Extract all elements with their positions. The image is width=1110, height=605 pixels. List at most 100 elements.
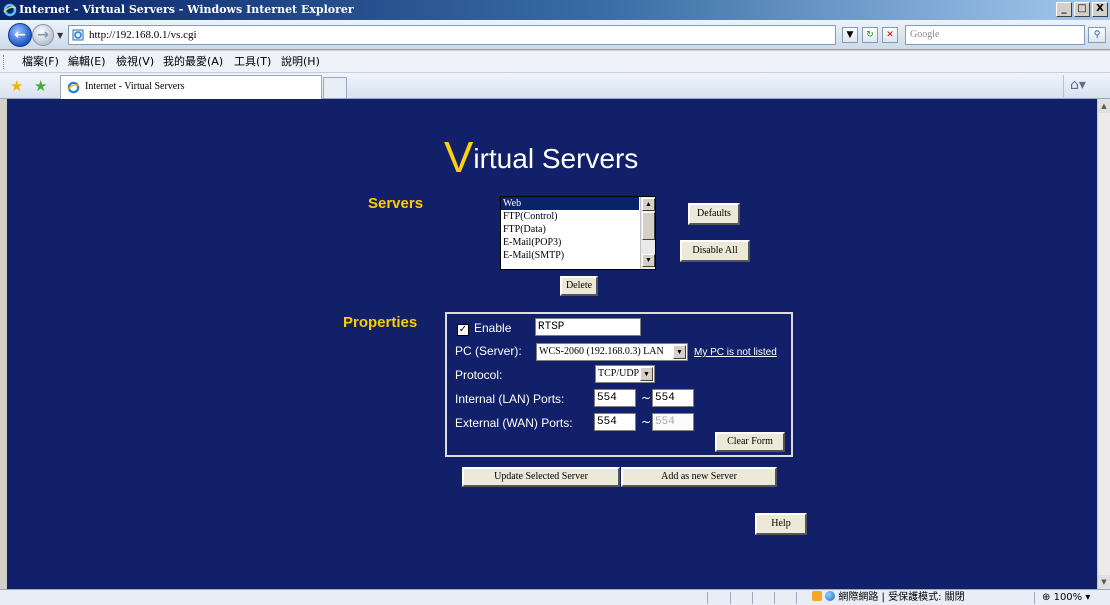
protocol-label: Protocol: — [455, 368, 503, 382]
page-title-first-letter: V — [444, 133, 474, 182]
page-icon — [72, 29, 84, 41]
external-port-from-input[interactable]: 554 — [594, 413, 636, 431]
delete-button[interactable]: Delete — [560, 276, 598, 296]
defaults-button[interactable]: Defaults — [688, 203, 740, 225]
server-option-web[interactable]: Web — [501, 197, 639, 210]
page-title-rest: irtual Servers — [473, 143, 639, 174]
servers-heading: Servers — [368, 195, 424, 212]
external-range-separator: ~ — [641, 415, 652, 429]
my-pc-not-listed-link[interactable]: My PC is not listed — [694, 347, 777, 358]
help-button[interactable]: Help — [755, 513, 807, 535]
maximize-button[interactable]: □ — [1074, 2, 1090, 17]
clear-form-button[interactable]: Clear Form — [715, 432, 785, 452]
server-option-email-pop3[interactable]: E-Mail(POP3) — [501, 236, 639, 249]
zoom-dropdown-icon: ▾ — [1085, 592, 1091, 603]
server-option-ftp-control[interactable]: FTP(Control) — [501, 210, 639, 223]
status-divider — [796, 592, 797, 604]
pc-server-value: WCS-2060 (192.168.0.3) LAN — [539, 346, 664, 357]
zoom-level[interactable]: ⊕ 100% ▾ — [1042, 590, 1090, 605]
external-port-to-input[interactable]: 554 — [652, 413, 694, 431]
pc-server-select[interactable]: WCS-2060 (192.168.0.3) LAN ▼ — [536, 343, 688, 361]
recent-pages-dropdown-icon[interactable]: ▼ — [57, 31, 63, 40]
url-text: http://192.168.0.1/vs.cgi — [89, 29, 197, 41]
status-divider — [730, 592, 731, 604]
minimize-button[interactable]: _ — [1056, 2, 1072, 17]
status-divider — [752, 592, 753, 604]
new-tab-button[interactable] — [323, 77, 347, 99]
forward-arrow-icon: → — [37, 27, 49, 43]
zoom-value: 100% — [1053, 592, 1083, 603]
dropdown-arrow-icon: ▼ — [640, 367, 653, 381]
tab-virtual-servers[interactable]: Internet - Virtual Servers — [60, 75, 322, 99]
menu-file[interactable]: 檔案(F) — [22, 51, 59, 73]
protected-mode-shield-icon — [812, 591, 822, 601]
internal-range-separator: ~ — [641, 391, 652, 405]
menu-tools[interactable]: 工具(T) — [234, 51, 271, 73]
page-scrollbar[interactable]: ▲ ▼ — [1097, 99, 1110, 589]
status-zone[interactable]: 網際網路 | 受保護模式: 關閉 — [812, 590, 965, 605]
internal-port-to-input[interactable]: 554 — [652, 389, 694, 407]
refresh-icon[interactable]: ↻ — [862, 27, 878, 43]
properties-heading: Properties — [343, 314, 418, 331]
pc-server-label: PC (Server): — [455, 344, 522, 358]
menu-edit[interactable]: 編輯(E) — [68, 51, 106, 73]
protocol-select[interactable]: TCP/UDP ▼ — [595, 365, 655, 383]
disable-all-button[interactable]: Disable All — [680, 240, 750, 262]
internal-port-from-input[interactable]: 554 — [594, 389, 636, 407]
menu-favorites[interactable]: 我的最愛(A) — [163, 51, 223, 73]
page-title: Virtual Servers — [444, 129, 639, 182]
tab-label: Internet - Virtual Servers — [85, 81, 185, 92]
internal-ports-label: Internal (LAN) Ports: — [455, 392, 565, 406]
menu-view[interactable]: 檢視(V) — [116, 51, 154, 73]
address-toolbar: ← → ▼ http://192.168.0.1/vs.cgi ▼ ↻ ✕ Go… — [0, 20, 1110, 50]
enable-checkbox[interactable]: ✓ — [457, 324, 469, 336]
protocol-value: TCP/UDP — [598, 368, 640, 379]
servers-listbox[interactable]: Web FTP(Control) FTP(Data) E-Mail(POP3) … — [500, 196, 656, 270]
page-scroll-up-icon[interactable]: ▲ — [1098, 99, 1110, 113]
status-divider — [774, 592, 775, 604]
server-option-email-smtp[interactable]: E-Mail(SMTP) — [501, 249, 639, 262]
tab-bar: ★ ★ Internet - Virtual Servers ⌂▾ — [0, 73, 1110, 99]
scroll-down-icon[interactable]: ▼ — [642, 254, 655, 267]
internet-explorer-icon — [67, 81, 80, 94]
scroll-up-icon[interactable]: ▲ — [642, 198, 655, 211]
home-icon: ⌂▾ — [1070, 77, 1086, 93]
servers-list-scrollbar[interactable]: ▲ ▼ — [640, 197, 655, 269]
update-selected-server-button[interactable]: Update Selected Server — [462, 467, 620, 487]
external-ports-label: External (WAN) Ports: — [455, 416, 573, 430]
address-input[interactable]: http://192.168.0.1/vs.cgi — [68, 25, 836, 45]
server-option-ftp-data[interactable]: FTP(Data) — [501, 223, 639, 236]
add-favorites-icon[interactable]: ★ — [34, 77, 47, 95]
zoom-icon: ⊕ — [1042, 592, 1051, 603]
window-title: Internet - Virtual Servers - Windows Int… — [19, 3, 354, 16]
search-placeholder: Google — [910, 29, 940, 40]
search-input[interactable]: Google — [905, 25, 1085, 45]
address-dropdown-icon[interactable]: ▼ — [842, 27, 858, 43]
back-button[interactable]: ← — [8, 23, 32, 47]
status-zone-text: 網際網路 | 受保護模式: 關閉 — [838, 592, 965, 603]
stop-icon[interactable]: ✕ — [882, 27, 898, 43]
dropdown-arrow-icon: ▼ — [673, 345, 686, 359]
internet-explorer-icon — [3, 3, 17, 17]
toolbar-grip — [3, 55, 6, 69]
home-button[interactable]: ⌂▾ — [1063, 75, 1097, 97]
search-icon[interactable]: ⚲ — [1088, 27, 1106, 43]
status-bar: 網際網路 | 受保護模式: 關閉 ⊕ 100% ▾ — [0, 589, 1110, 605]
window-title-bar: Internet - Virtual Servers - Windows Int… — [0, 0, 1110, 20]
server-name-input[interactable]: RTSP — [535, 318, 641, 336]
scroll-thumb[interactable] — [642, 212, 655, 240]
page-scroll-down-icon[interactable]: ▼ — [1098, 575, 1110, 589]
back-arrow-icon: ← — [14, 27, 26, 43]
status-divider — [707, 592, 708, 604]
menu-help[interactable]: 說明(H) — [281, 51, 320, 73]
menu-bar: 檔案(F) 編輯(E) 檢視(V) 我的最愛(A) 工具(T) 說明(H) — [0, 51, 1110, 73]
enable-label: Enable — [474, 321, 512, 335]
add-new-server-button[interactable]: Add as new Server — [621, 467, 777, 487]
close-button[interactable]: X — [1092, 2, 1108, 17]
internet-zone-globe-icon — [825, 591, 836, 601]
properties-panel: ✓ Enable RTSP PC (Server): WCS-2060 (192… — [445, 312, 793, 457]
forward-button[interactable]: → — [32, 24, 54, 46]
favorites-star-icon[interactable]: ★ — [10, 77, 23, 95]
page-content: Virtual Servers Servers Web FTP(Control)… — [7, 99, 1097, 589]
status-divider — [1034, 592, 1035, 604]
